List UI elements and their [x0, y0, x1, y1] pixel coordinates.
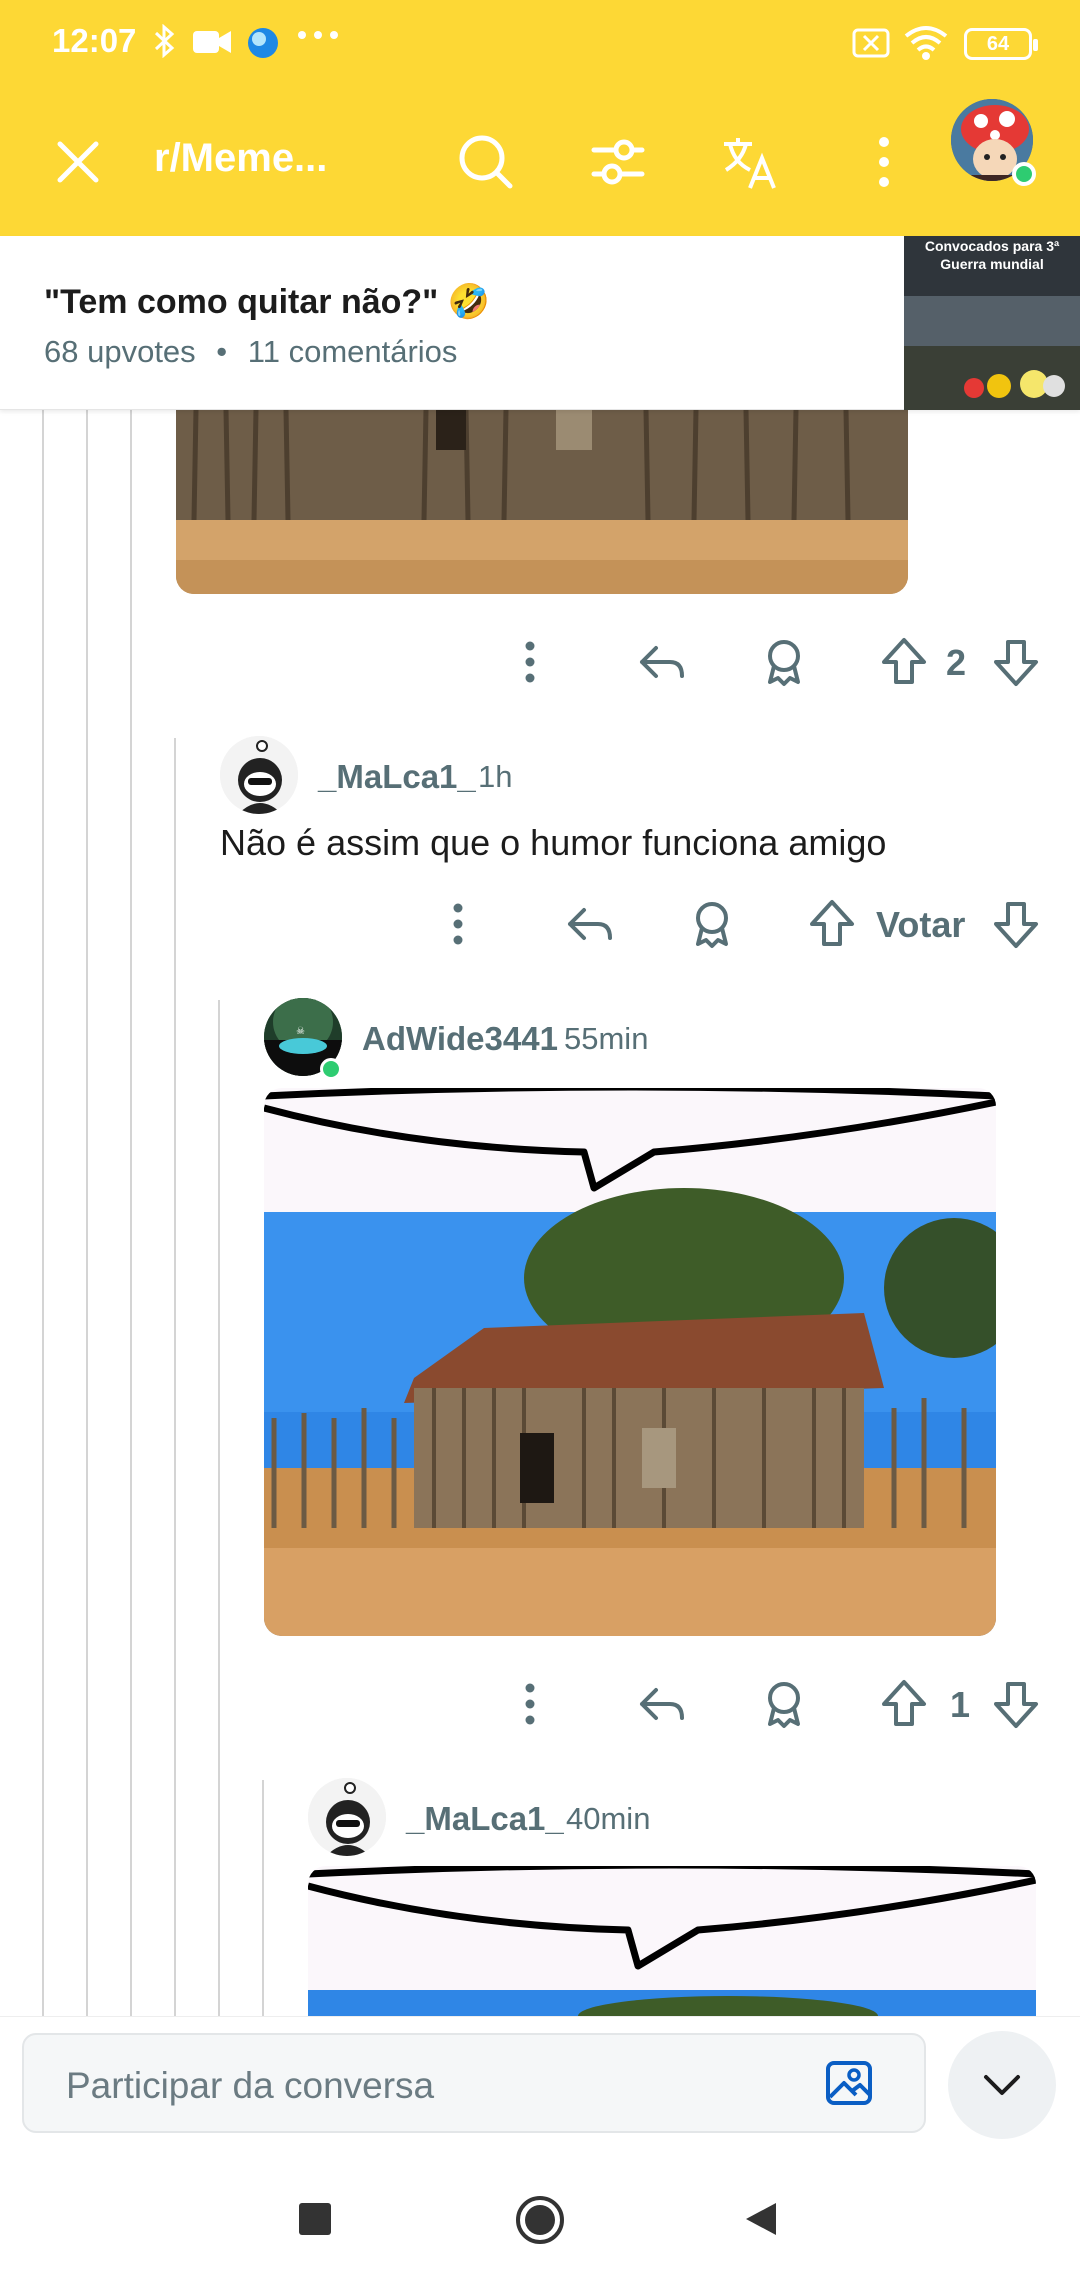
comment-input-placeholder: Participar da conversa [66, 2065, 435, 2106]
image-upload-icon[interactable] [824, 2057, 876, 2114]
svg-text:☠: ☠ [296, 1026, 305, 1037]
upvote-icon[interactable] [878, 1674, 930, 1734]
comment-image-speech-bubble[interactable] [308, 1866, 1036, 2016]
more-vert-icon[interactable] [852, 130, 916, 194]
comment-image-house[interactable] [176, 410, 908, 594]
comment-count: 11 comentários [247, 334, 458, 369]
sim-off-icon [852, 28, 890, 66]
comment-username[interactable]: _MaLca1_ [318, 758, 476, 796]
comment-input[interactable]: Participar da conversa [22, 2033, 926, 2133]
status-bar: 12:07 64 [0, 0, 1080, 90]
chevron-down-icon [984, 2075, 1020, 2095]
battery-icon: 64 [964, 28, 1038, 60]
thread-line-4[interactable] [174, 738, 176, 2016]
reply-icon[interactable] [636, 632, 688, 692]
back-icon[interactable] [742, 2200, 780, 2243]
post-title: "Tem como quitar não?" 🤣 [44, 283, 491, 321]
vote-count: 1 [950, 1684, 971, 1725]
comment-username[interactable]: AdWide3441 [362, 1020, 558, 1058]
comment-text: Não é assim que o humor funciona amigo [220, 822, 887, 863]
more-dots-icon [296, 20, 340, 58]
upvote-count: 68 upvotes [44, 334, 196, 369]
thread-line-1[interactable] [42, 410, 44, 2016]
thread-line-5[interactable] [218, 1000, 220, 2016]
online-indicator [1012, 162, 1036, 186]
meta-separator: • [216, 334, 228, 369]
upvote-icon[interactable] [878, 632, 930, 692]
comment-image-speech-bubble-house[interactable] [264, 1088, 996, 1636]
post-header[interactable]: "Tem como quitar não?" 🤣 68 upvotes • 11… [0, 236, 1080, 410]
thumbnail-caption-line-2: Guerra mundial [940, 256, 1044, 272]
reply-icon[interactable] [564, 894, 616, 954]
wifi-icon [902, 24, 950, 68]
award-icon[interactable] [686, 894, 738, 954]
comment-avatar[interactable] [220, 736, 298, 814]
award-icon[interactable] [758, 1674, 810, 1734]
search-icon[interactable] [454, 130, 518, 194]
laughing-emoji-icon: 🤣 [447, 283, 491, 321]
downvote-icon[interactable] [990, 632, 1042, 692]
thread-line-3[interactable] [130, 410, 132, 2016]
subreddit-title[interactable]: r/Meme... [154, 136, 327, 181]
comment-composer: Participar da conversa [0, 2016, 1080, 2150]
translate-icon[interactable] [718, 130, 782, 194]
comment-avatar[interactable] [308, 1778, 386, 1856]
online-indicator [320, 1058, 342, 1080]
vote-label: Votar [876, 904, 966, 945]
vote-count: 2 [946, 642, 967, 683]
downvote-icon[interactable] [990, 894, 1042, 954]
top-bar: 12:07 64 r/Meme... [0, 0, 1080, 236]
collapse-button[interactable] [948, 2031, 1056, 2139]
thumbnail-caption-line-1: Convocados para 3ª [924, 238, 1060, 254]
status-time: 12:07 [52, 22, 137, 59]
comment-time: 1h [478, 759, 513, 794]
comment-more-button[interactable] [510, 632, 550, 692]
comment-time: 40min [566, 1801, 651, 1836]
app-icon [246, 26, 280, 68]
comment-username[interactable]: _MaLca1_ [406, 1800, 564, 1838]
home-icon[interactable] [514, 2194, 566, 2251]
reply-icon[interactable] [636, 1674, 688, 1734]
post-meta: 68 upvotes • 11 comentários [44, 334, 457, 370]
system-nav-bar [0, 2150, 1080, 2280]
award-icon[interactable] [758, 632, 810, 692]
upvote-icon[interactable] [806, 894, 858, 954]
comment-more-button[interactable] [438, 894, 478, 954]
comment-time: 55min [564, 1021, 649, 1056]
post-thumbnail[interactable]: Convocados para 3ª Guerra mundial [904, 236, 1080, 410]
thread-line-2[interactable] [86, 410, 88, 2016]
app-bar: r/Meme... [0, 90, 1080, 236]
filter-icon[interactable] [586, 130, 650, 194]
thread-line-6[interactable] [262, 1780, 264, 2016]
comment-more-button[interactable] [510, 1674, 550, 1734]
downvote-icon[interactable] [990, 1674, 1042, 1734]
close-icon[interactable] [46, 130, 110, 194]
recents-icon[interactable] [296, 2200, 334, 2243]
bluetooth-icon [152, 23, 178, 66]
video-icon [192, 28, 232, 64]
